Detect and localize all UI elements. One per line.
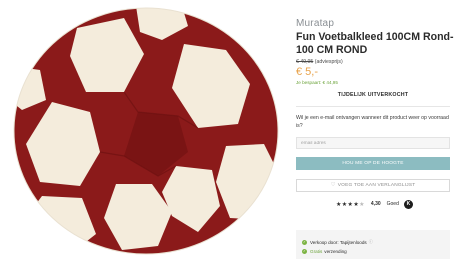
old-price: € 49,95 (adviesprijs) (296, 59, 343, 65)
check-icon: ✓ (302, 249, 307, 254)
product-image-area (0, 0, 290, 259)
sold-by-prefix: Verkoop door: (310, 239, 339, 245)
notify-question: Wil je een e-mail ontvangen wanneer dit … (296, 115, 449, 129)
usp-box: ✓ Verkoop door: Tapijtenloods ⓘ ✓ Gratis… (296, 230, 450, 259)
brand-name[interactable]: Muratap (296, 18, 334, 29)
usp-shipping: ✓ Gratis verzending (302, 249, 347, 254)
wishlist-button-label: VOEG TOE AAN VERLANGLIJST (337, 183, 416, 188)
shipping-free: Gratis (310, 249, 323, 254)
star-icon-partial: ★ (359, 201, 365, 208)
old-price-note: (adviesprijs) (314, 59, 343, 65)
product-title: Fun Voetbalkleed 100CM Rond- 100 CM ROND (296, 31, 454, 56)
sold-by-name[interactable]: Tapijtenloods (340, 240, 367, 245)
rating-label: Goed (386, 201, 399, 207)
email-field[interactable] (296, 137, 450, 149)
info-icon[interactable]: ⓘ (369, 239, 373, 245)
product-info-panel: Muratap Fun Voetbalkleed 100CM Rond- 100… (296, 0, 468, 259)
star-icons-full: ★★★★ (336, 201, 360, 208)
notify-me-button[interactable]: HOU ME OP DE HOOGTE (296, 157, 450, 170)
old-price-value: € 49,95 (296, 59, 314, 65)
add-to-wishlist-button[interactable]: ♡ VOEG TOE AAN VERLANGLIJST (296, 179, 450, 192)
usp-sold-by: ✓ Verkoop door: Tapijtenloods ⓘ (302, 239, 373, 245)
check-icon: ✓ (302, 239, 307, 245)
heart-icon: ♡ (330, 182, 336, 188)
stock-status: TIJDELIJK UITVERKOCHT (337, 92, 409, 98)
shipping-label: verzending (324, 249, 347, 254)
rating-score: 4,30 (370, 201, 381, 207)
football-rug-image[interactable] (12, 6, 280, 256)
savings-text: Je bespaart: € 44,95 (296, 80, 338, 85)
rating-stars: ★★★★★ (336, 201, 365, 208)
current-price: € 5,- (296, 66, 319, 78)
divider (296, 106, 450, 107)
kiyoh-badge-icon[interactable]: K (403, 199, 413, 209)
rating-summary[interactable]: ★★★★★ 4,30 Goed K (336, 199, 413, 209)
